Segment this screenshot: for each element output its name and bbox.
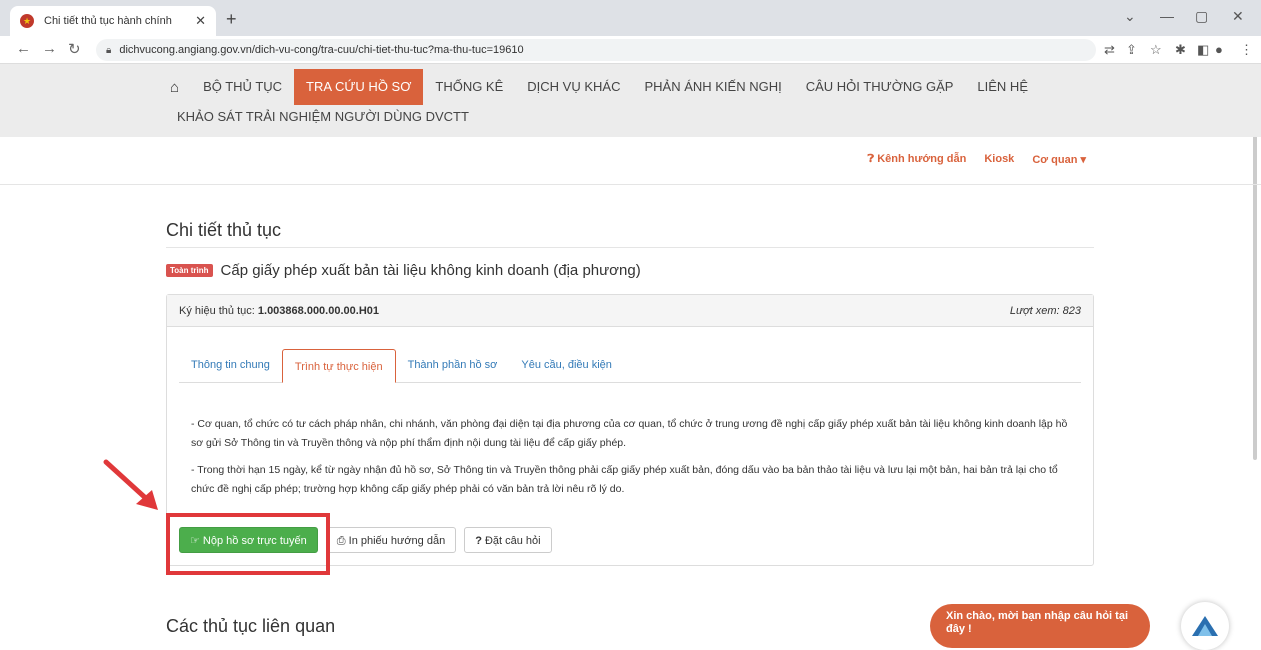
browser-tabbar: ★ Chi tiết thủ tục hành chính ✕ + ⌄ — ▢ … — [0, 0, 1261, 36]
help-icon: ❓︎ — [867, 153, 878, 165]
annotation-arrow — [103, 459, 158, 510]
nav-item-khao-sat[interactable]: KHẢO SÁT TRẢI NGHIỆM NGƯỜI DÙNG DVCTT — [177, 109, 469, 124]
status-badge: Toàn trình — [166, 264, 213, 277]
related-procedures-title: Các thủ tục liên quan — [166, 616, 336, 636]
procedure-code: Ký hiệu thủ tục: 1.003868.000.00.00.H01 — [179, 304, 379, 317]
procedure-heading: Toàn trình Cấp giấy phép xuất bản tài li… — [166, 262, 641, 279]
minimize-icon[interactable]: — — [1160, 8, 1174, 24]
nav-item-lien-he[interactable]: LIÊN HỆ — [965, 69, 1040, 105]
tab-title: Chi tiết thủ tục hành chính — [44, 15, 172, 27]
tab-thong-tin-chung[interactable]: Thông tin chung — [179, 348, 282, 382]
highlight-box — [166, 513, 330, 575]
chatbot-avatar[interactable] — [1181, 602, 1229, 650]
procedure-name: Cấp giấy phép xuất bản tài liệu không ki… — [220, 262, 641, 279]
new-tab-icon[interactable]: + — [226, 9, 237, 30]
divider — [166, 247, 1094, 248]
nav-item-thong-ke[interactable]: THỐNG KÊ — [423, 69, 515, 105]
reload-icon[interactable]: ↻ — [68, 40, 81, 58]
panel-header: Ký hiệu thủ tục: 1.003868.000.00.00.H01 … — [167, 295, 1093, 327]
close-icon[interactable]: ✕ — [195, 13, 206, 29]
translate-icon[interactable]: ⇄ — [1104, 42, 1115, 58]
chatbot-logo-icon — [1192, 616, 1218, 636]
agency-dropdown[interactable]: Cơ quan ▾ — [1032, 153, 1086, 166]
window-close-icon[interactable]: ✕ — [1232, 8, 1244, 25]
url-input[interactable]: 🔒︎ dichvucong.angiang.gov.vn/dich-vu-con… — [96, 39, 1096, 61]
nav-item-cau-hoi-thuong-gap[interactable]: CÂU HỎI THƯỜNG GẶP — [794, 69, 966, 105]
nav-item-dich-vu-khac[interactable]: DỊCH VỤ KHÁC — [515, 69, 632, 105]
tab-yeu-cau-dieu-kien[interactable]: Yêu cầu, điều kiện — [509, 348, 624, 382]
address-bar: ← → ↻ 🔒︎ dichvucong.angiang.gov.vn/dich-… — [0, 36, 1261, 64]
share-icon[interactable]: ⇪ — [1126, 42, 1137, 58]
ask-question-button[interactable]: ? Đặt câu hỏi — [464, 527, 552, 553]
nav-item-bo-thu-tuc[interactable]: BỘ THỦ TỤC — [191, 69, 294, 105]
forward-icon[interactable]: → — [42, 40, 57, 57]
site-nav: ⌂ BỘ THỦ TỤC TRA CỨU HỒ SƠ THỐNG KÊ DỊCH… — [0, 64, 1261, 137]
site-favicon-icon: ★ — [20, 14, 34, 28]
page-title: Chi tiết thủ tục — [166, 220, 282, 240]
extensions-icon[interactable]: ✱ — [1175, 42, 1186, 58]
home-icon[interactable]: ⌂ — [170, 79, 191, 96]
view-count: Lượt xem: 823 — [1009, 304, 1081, 317]
menu-icon[interactable]: ⋮ — [1240, 42, 1253, 58]
chat-greeting[interactable]: Xin chào, mời bạn nhập câu hỏi tại đây ! — [930, 604, 1150, 648]
tab-list-icon[interactable]: ⌄ — [1124, 8, 1136, 25]
tab-thanh-phan-ho-so[interactable]: Thành phần hồ sơ — [396, 348, 510, 382]
sub-nav: ❓︎ Kênh hướng dẫn Kiosk Cơ quan ▾ — [0, 137, 1261, 185]
question-icon: ? — [475, 535, 485, 547]
lock-icon: 🔒︎ — [106, 44, 112, 56]
profile-avatar-icon[interactable]: ● — [1215, 42, 1223, 57]
nav-item-tra-cuu-ho-so[interactable]: TRA CỨU HỒ SƠ — [294, 69, 424, 105]
tab-trinh-tu-thuc-hien[interactable]: Trình tự thực hiện — [281, 349, 396, 383]
kiosk-link[interactable]: Kiosk — [984, 153, 1014, 166]
browser-tab[interactable]: ★ Chi tiết thủ tục hành chính ✕ — [10, 6, 216, 36]
print-guide-button[interactable]: ⎙ In phiếu hướng dẫn — [325, 527, 457, 553]
url-text: dichvucong.angiang.gov.vn/dich-vu-cong/t… — [119, 44, 524, 56]
step-paragraph: - Trong thời hạn 15 ngày, kể từ ngày nhậ… — [191, 464, 1058, 495]
nav-item-phan-anh-kien-nghi[interactable]: PHẢN ÁNH KIẾN NGHỊ — [632, 69, 793, 105]
back-icon[interactable]: ← — [16, 40, 31, 57]
print-icon: ⎙ — [336, 535, 349, 547]
star-icon[interactable]: ☆ — [1150, 42, 1162, 58]
restore-icon[interactable]: ▢ — [1195, 8, 1208, 25]
tab-content: - Cơ quan, tổ chức có tư cách pháp nhân,… — [191, 415, 1081, 507]
sidepanel-icon[interactable]: ◧ — [1197, 42, 1209, 58]
caret-down-icon: ▾ — [1077, 154, 1086, 166]
guide-link[interactable]: ❓︎ Kênh hướng dẫn — [868, 153, 967, 166]
step-paragraph: - Cơ quan, tổ chức có tư cách pháp nhân,… — [191, 418, 1068, 449]
procedure-tabs: Thông tin chung Trình tự thực hiện Thành… — [179, 349, 1081, 383]
